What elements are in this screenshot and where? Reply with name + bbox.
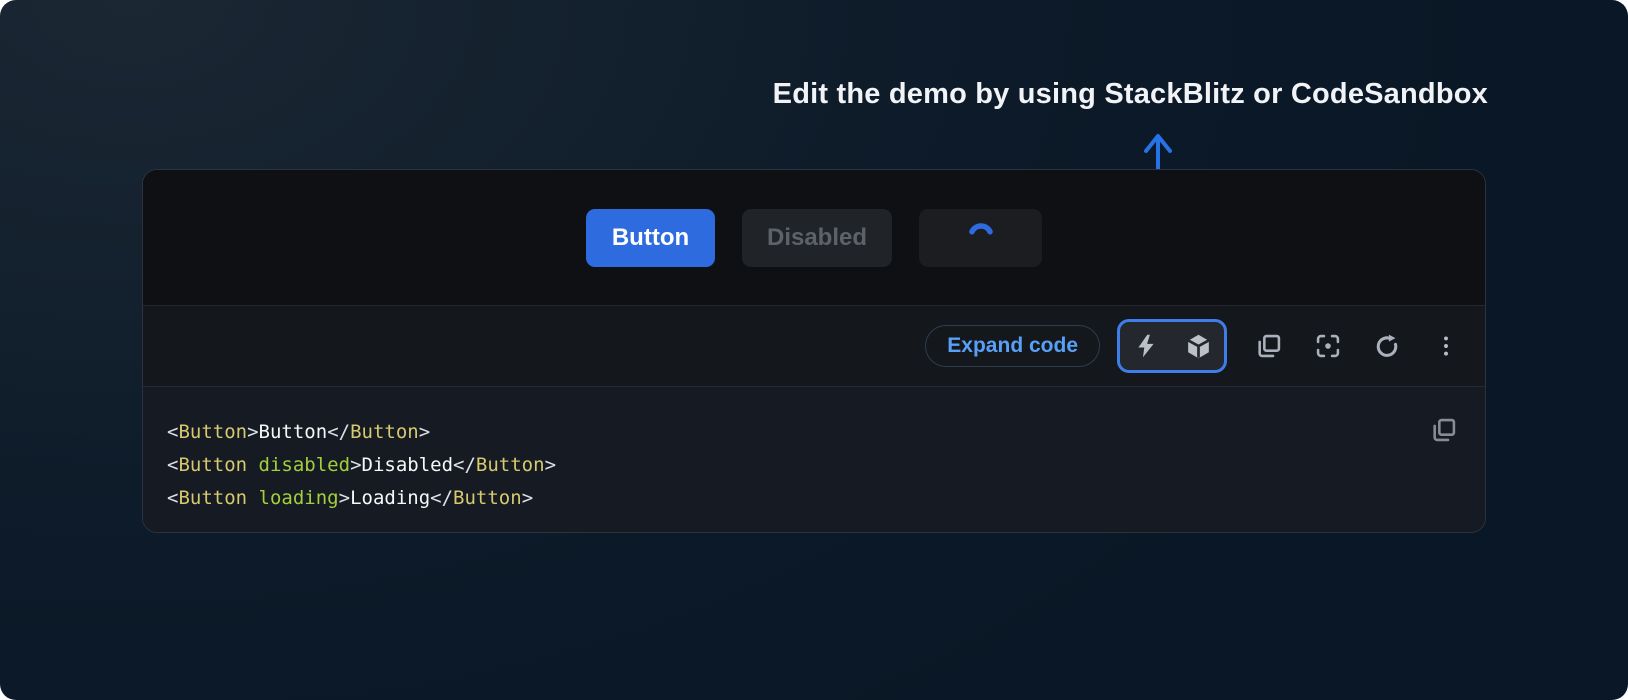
more-actions-button[interactable] — [1429, 329, 1463, 363]
copy-icon — [1255, 332, 1283, 360]
code-token: </ — [430, 487, 453, 509]
scan-focus-icon — [1314, 332, 1342, 360]
codesandbox-cube-icon — [1185, 333, 1212, 360]
code-token: Button — [259, 421, 328, 443]
code-token: Button — [178, 421, 247, 443]
codesandbox-button[interactable] — [1172, 329, 1224, 363]
code-token — [247, 454, 258, 476]
loading-spinner-icon — [967, 220, 995, 255]
demo-preview-area: Button Disabled — [143, 170, 1485, 305]
refresh-icon — [1373, 332, 1401, 360]
stackblitz-button[interactable] — [1120, 329, 1172, 363]
code-line: <Button>Button</Button> — [167, 416, 1461, 449]
code-token: < — [167, 454, 178, 476]
code-token: Button — [178, 454, 247, 476]
refresh-button[interactable] — [1370, 329, 1404, 363]
code-block: <Button>Button</Button> <Button disabled… — [143, 387, 1485, 533]
code-token: Button — [476, 454, 545, 476]
kebab-menu-icon — [1433, 333, 1459, 359]
disabled-button[interactable]: Disabled — [742, 209, 892, 267]
demo-card: Button Disabled Expand code — [142, 169, 1486, 533]
code-token: > — [522, 487, 533, 509]
code-token: > — [419, 421, 430, 443]
code-line: <Button disabled>Disabled</Button> — [167, 449, 1461, 482]
code-token: disabled — [259, 454, 351, 476]
code-token: Button — [178, 487, 247, 509]
code-token: Button — [350, 421, 419, 443]
code-token: Loading — [350, 487, 430, 509]
code-token: Disabled — [362, 454, 454, 476]
copy-icon — [1430, 416, 1458, 444]
lightning-icon — [1133, 333, 1159, 359]
edit-online-icon-group — [1117, 319, 1227, 373]
code-token: < — [167, 421, 178, 443]
code-token: > — [545, 454, 556, 476]
copy-code-button[interactable] — [1427, 413, 1461, 447]
code-token: > — [247, 421, 258, 443]
code-token: > — [350, 454, 361, 476]
code-token: < — [167, 487, 178, 509]
code-line: <Button loading>Loading</Button> — [167, 482, 1461, 515]
annotation-text: Edit the demo by using StackBlitz or Cod… — [773, 78, 1488, 111]
code-token: </ — [453, 454, 476, 476]
code-token: </ — [327, 421, 350, 443]
loading-button[interactable] — [919, 209, 1042, 267]
code-token: > — [339, 487, 350, 509]
demo-toolbar: Expand code — [143, 305, 1485, 387]
copy-demo-button[interactable] — [1252, 329, 1286, 363]
code-token: loading — [259, 487, 339, 509]
code-token: Button — [453, 487, 522, 509]
expand-code-button[interactable]: Expand code — [925, 325, 1100, 367]
primary-button[interactable]: Button — [586, 209, 715, 267]
page-background: Edit the demo by using StackBlitz or Cod… — [0, 0, 1628, 700]
scan-focus-button[interactable] — [1311, 329, 1345, 363]
code-token — [247, 487, 258, 509]
